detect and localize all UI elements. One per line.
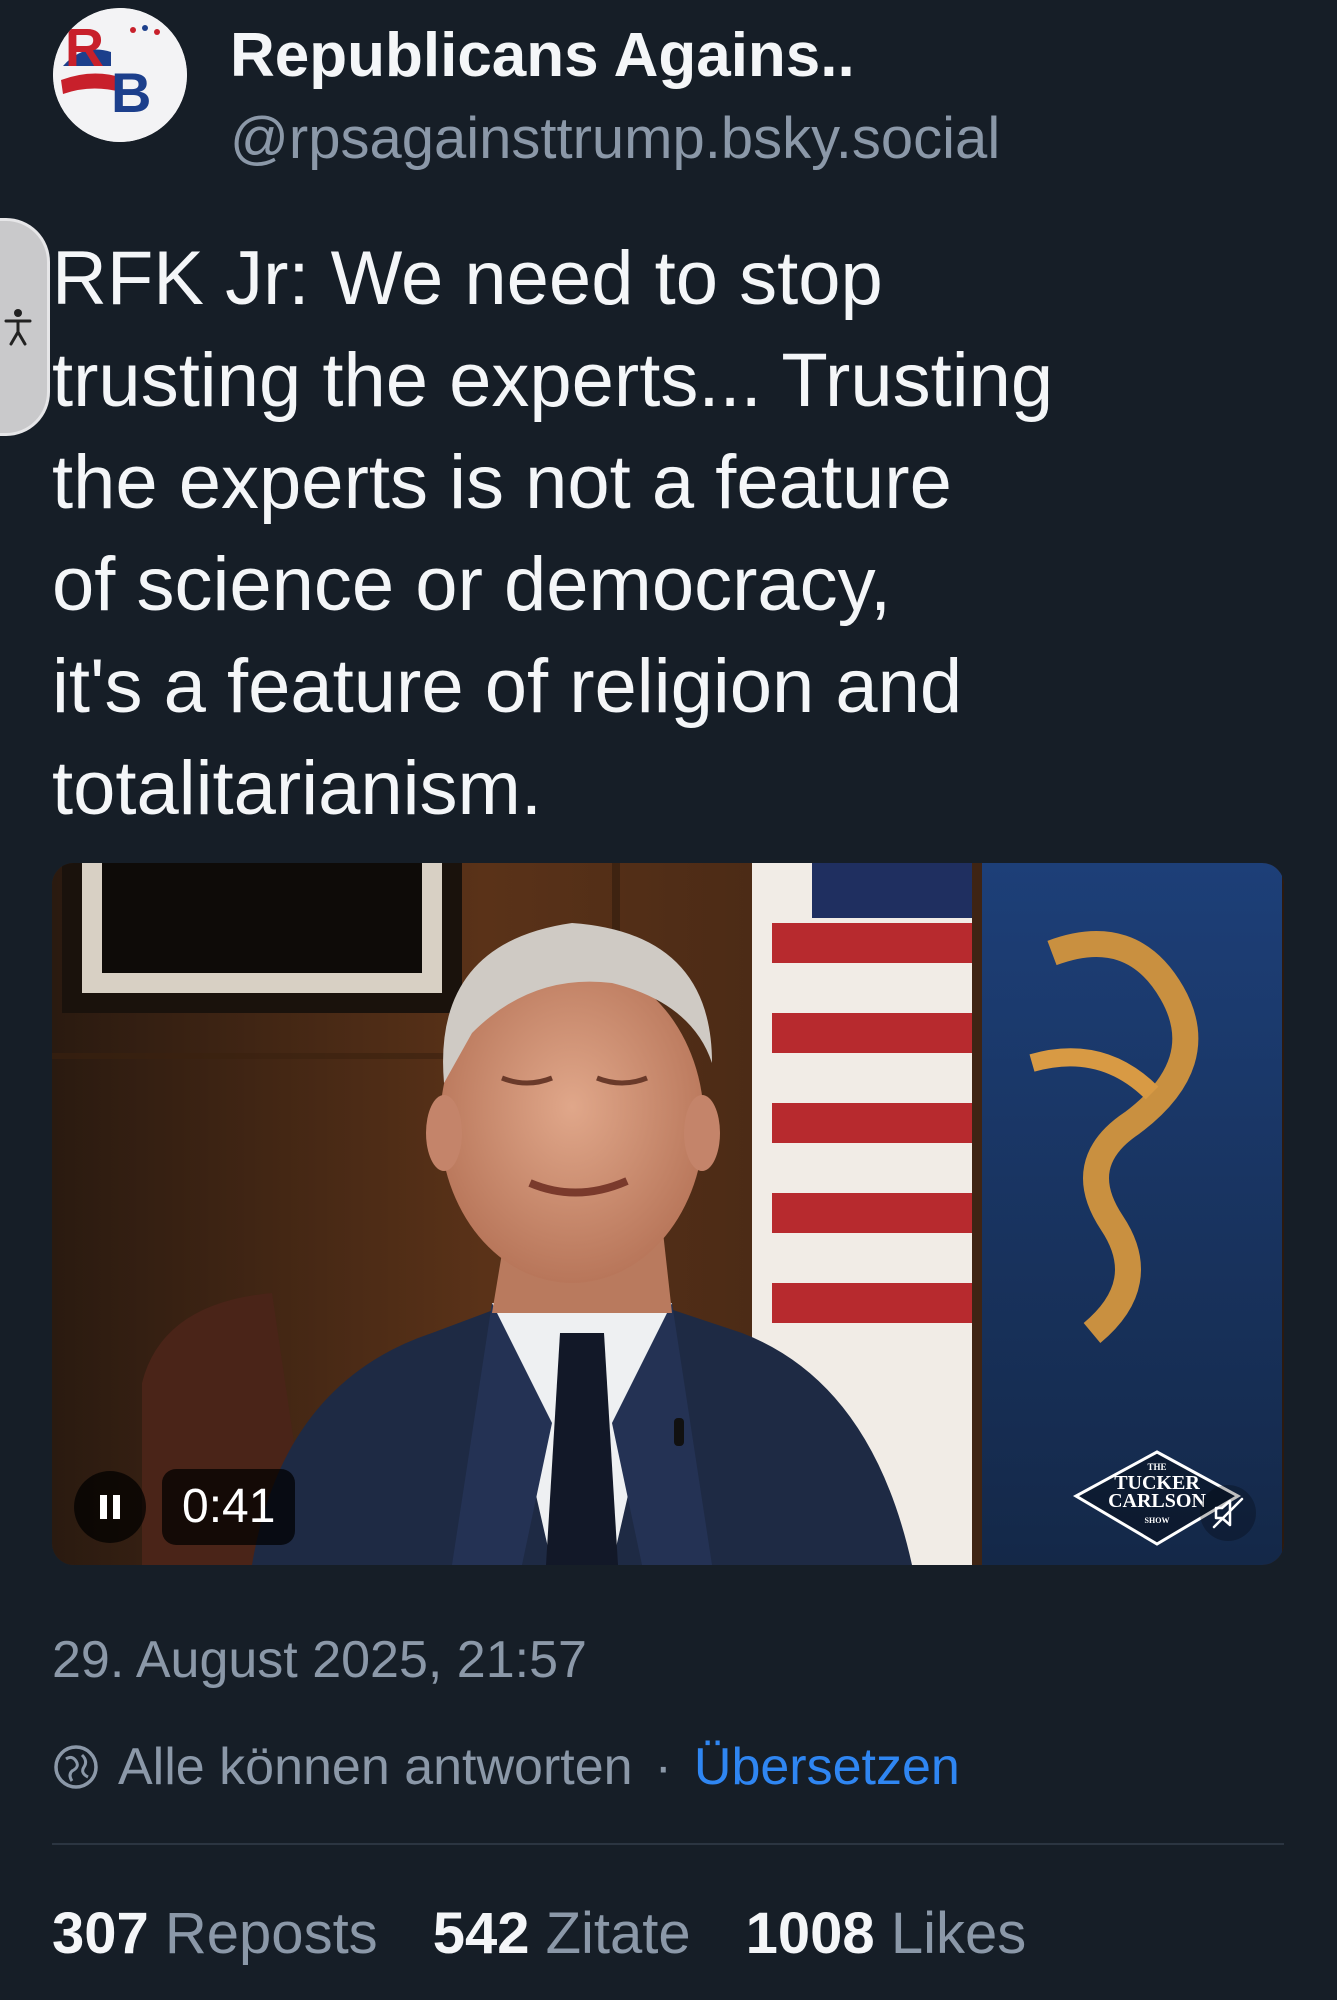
quotes-label: Zitate xyxy=(545,1901,691,1966)
globe-icon xyxy=(54,1745,98,1789)
post-detail-screen: R B Republicans Agains.. @rpsagainsttrum… xyxy=(0,0,1337,2000)
translate-link[interactable]: Übersetzen xyxy=(694,1737,960,1797)
quotes-count: 542 xyxy=(432,1901,530,1966)
pause-button[interactable] xyxy=(74,1471,146,1543)
reposts-stat[interactable]: 307 Reposts xyxy=(52,1900,378,1967)
reply-permission-label[interactable]: Alle können antworten xyxy=(118,1737,633,1797)
pause-icon xyxy=(100,1495,120,1519)
post-timestamp: 29. August 2025, 21:57 xyxy=(52,1631,587,1689)
likes-stat[interactable]: 1008 Likes xyxy=(746,1900,1027,1967)
watermark-line-1: THE xyxy=(1147,1462,1167,1472)
post-text: RFK Jr: We need to stop trusting the exp… xyxy=(52,236,1054,831)
muted-speaker-icon xyxy=(1212,1497,1244,1529)
svg-text:R: R xyxy=(65,18,104,78)
accessibility-tab[interactable] xyxy=(0,218,50,436)
reply-settings-row: Alle können antworten · Übersetzen xyxy=(52,1735,960,1799)
divider xyxy=(52,1843,1284,1845)
quotes-stat[interactable]: 542 Zitate xyxy=(433,1900,691,1967)
video-elapsed-time: 0:41 xyxy=(162,1469,296,1545)
likes-label: Likes xyxy=(890,1901,1027,1966)
separator-dot: · xyxy=(654,1738,672,1796)
avatar-logo: R B xyxy=(53,8,187,142)
accessibility-icon xyxy=(4,309,32,346)
author-handle[interactable]: @rpsagainsttrump.bsky.social xyxy=(230,105,1000,172)
svg-text:B: B xyxy=(111,61,151,124)
reposts-count: 307 xyxy=(52,1901,149,1966)
reposts-label: Reposts xyxy=(164,1901,378,1966)
author-avatar[interactable]: R B xyxy=(53,8,187,142)
engagement-stats: 307 Reposts 542 Zitate 1008 Likes xyxy=(52,1900,1081,1967)
author-name[interactable]: Republicans Agains.. xyxy=(230,20,855,91)
mute-toggle-button[interactable] xyxy=(1200,1485,1256,1541)
video-player[interactable]: 0:41 THE TUCKER CARLSON SHOW xyxy=(52,863,1284,1565)
likes-count: 1008 xyxy=(745,1901,875,1966)
